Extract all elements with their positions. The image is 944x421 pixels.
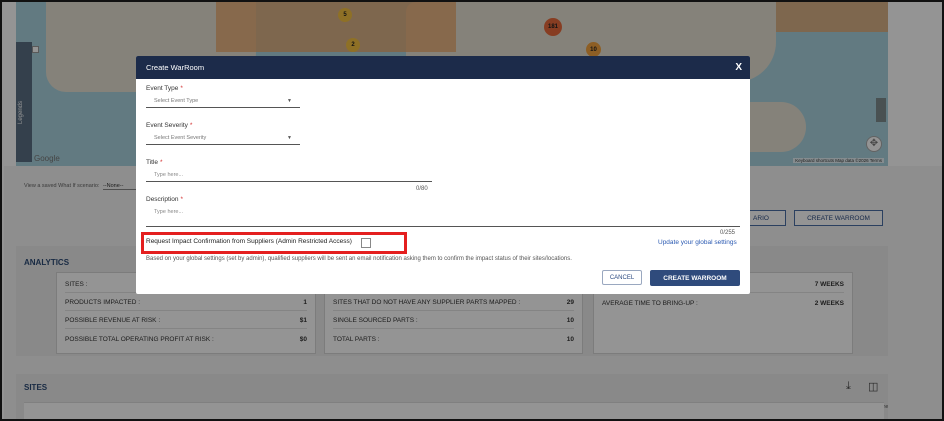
create-warroom-dialog: Create WarRoom X Event Type * Select Even… (136, 56, 750, 294)
global-settings-info: Based on your global settings (set by ad… (146, 256, 572, 262)
title-label: Title * (146, 159, 163, 166)
event-severity-select[interactable]: Select Event Severity ▼ (146, 133, 300, 145)
event-severity-label-text: Event Severity (146, 122, 188, 129)
event-type-label: Event Type * (146, 85, 183, 92)
dialog-title: Create WarRoom (146, 63, 205, 72)
event-severity-label: Event Severity * (146, 122, 192, 129)
impact-confirmation-checkbox[interactable] (361, 238, 371, 248)
description-textarea[interactable]: Type here... (146, 207, 740, 227)
app-frame: 5 2 181 10 Legends Google ✥ Keyboard sho… (0, 0, 944, 421)
title-placeholder: Type here... (154, 172, 184, 178)
event-type-placeholder: Select Event Type (154, 98, 199, 104)
required-marker: * (189, 122, 193, 129)
create-warroom-button[interactable]: CREATE WARROOM (650, 270, 740, 286)
title-label-text: Title (146, 159, 159, 166)
dialog-header: Create WarRoom X (136, 56, 750, 79)
close-icon[interactable]: X (735, 62, 742, 73)
create-warroom-button-label: CREATE WARROOM (663, 274, 727, 282)
cancel-button[interactable]: CANCEL (602, 270, 642, 285)
event-severity-placeholder: Select Event Severity (154, 135, 207, 141)
event-type-label-text: Event Type (146, 85, 179, 92)
chevron-down-icon: ▼ (287, 98, 292, 104)
description-placeholder: Type here... (154, 209, 184, 215)
chevron-down-icon: ▼ (287, 135, 292, 141)
update-global-settings-link[interactable]: Update your global settings (658, 239, 737, 246)
description-label-text: Description (146, 196, 179, 203)
event-type-select[interactable]: Select Event Type ▼ (146, 96, 300, 108)
required-marker: * (160, 159, 163, 166)
required-marker: * (180, 196, 184, 203)
title-char-counter: 0/80 (416, 186, 428, 192)
cancel-button-label: CANCEL (609, 274, 635, 281)
impact-confirmation-label: Request Impact Confirmation from Supplie… (146, 238, 352, 245)
required-marker: * (180, 85, 183, 92)
description-label: Description * (146, 196, 183, 203)
title-input[interactable]: Type here... (146, 170, 432, 182)
description-char-counter: 0/255 (720, 230, 736, 236)
